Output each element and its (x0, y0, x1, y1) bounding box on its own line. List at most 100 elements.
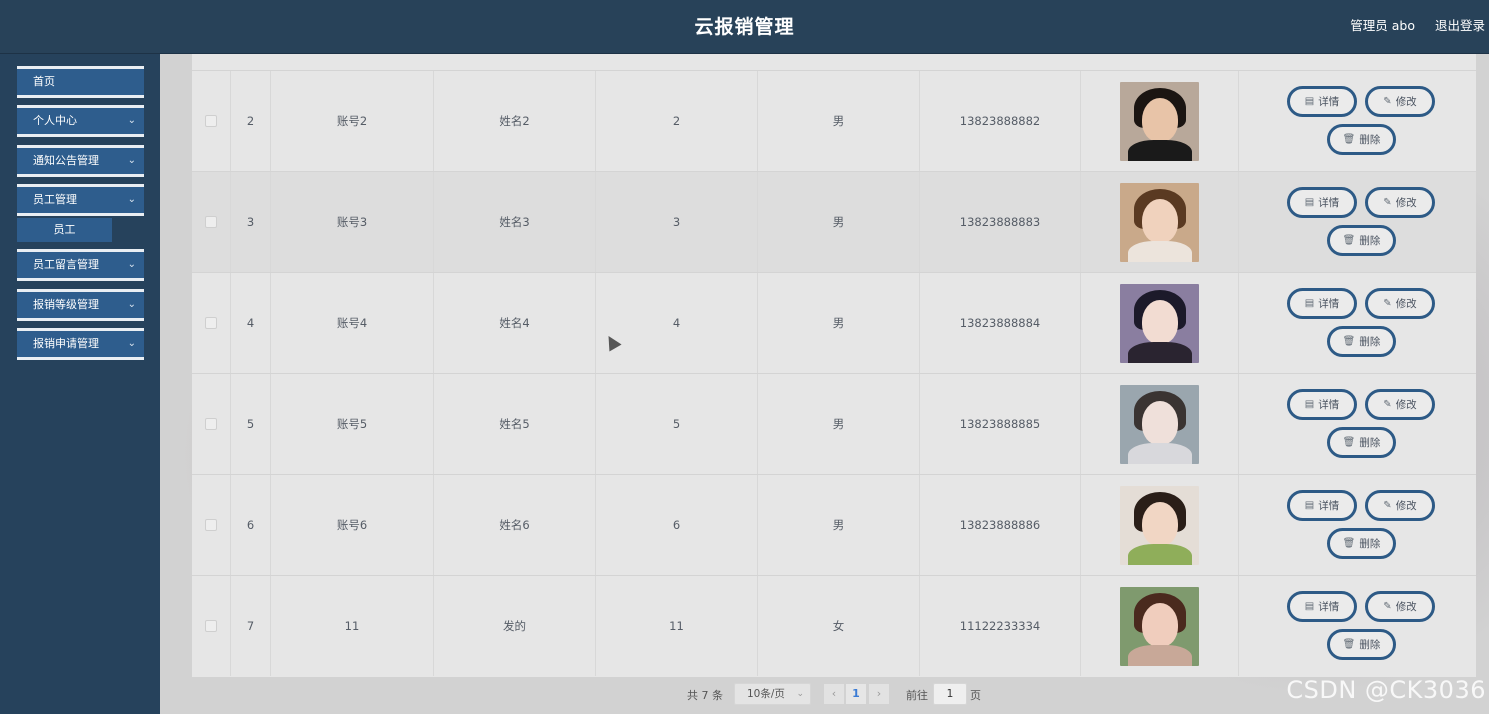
delete-button[interactable]: 🗑 删除 (1327, 528, 1396, 559)
chevron-down-icon: ⌄ (127, 155, 136, 166)
employee-photo[interactable] (1120, 586, 1199, 666)
goto-page-input[interactable]: 1 (933, 683, 967, 705)
sidebar-item-label: 员工留言管理 (33, 258, 99, 271)
edit-button[interactable]: ✎ 修改 (1365, 187, 1435, 218)
row-checkbox[interactable] (205, 115, 217, 127)
sidebar-item-label: 首页 (33, 75, 55, 88)
employee-table: 2 账号2 姓名2 2 男 13823888882 ▤ 详情 ✎ 修改 🗑 删除 3 … (192, 54, 1476, 677)
pencil-icon: ✎ (1383, 197, 1392, 208)
document-icon: ▤ (1304, 399, 1315, 410)
chevron-down-icon: ⌄ (127, 194, 136, 205)
trash-icon: 🗑 (1342, 639, 1356, 650)
phone-cell: 13823888883 (920, 172, 1081, 272)
row-index: 4 (231, 273, 271, 373)
delete-button[interactable]: 🗑 删除 (1327, 427, 1396, 458)
sidebar-subitem-employee[interactable]: 员工 (17, 218, 112, 242)
chevron-right-icon: › (876, 687, 882, 700)
sidebar-item-message-management[interactable]: 员工留言管理 ⌄ (17, 249, 144, 281)
edit-button[interactable]: ✎ 修改 (1365, 591, 1435, 622)
chevron-down-icon: ⌄ (127, 259, 136, 270)
trash-icon: 🗑 (1342, 134, 1356, 145)
name-cell: 姓名2 (434, 71, 596, 171)
prev-page-button[interactable]: ‹ (824, 684, 844, 704)
account-cell: 账号6 (271, 475, 434, 575)
document-icon: ▤ (1304, 197, 1315, 208)
employee-photo[interactable] (1120, 485, 1199, 565)
sex-cell: 男 (758, 172, 920, 272)
account-cell: 账号4 (271, 273, 434, 373)
account-cell: 账号5 (271, 374, 434, 474)
logout-link[interactable]: 退出登录 (1435, 15, 1485, 34)
detail-button[interactable]: ▤ 详情 (1287, 389, 1357, 420)
detail-button[interactable]: ▤ 详情 (1287, 86, 1357, 117)
chevron-left-icon: ‹ (831, 687, 837, 700)
employee-photo[interactable] (1120, 384, 1199, 464)
employee-photo[interactable] (1120, 81, 1199, 161)
edit-button[interactable]: ✎ 修改 (1365, 389, 1435, 420)
chevron-down-icon: ⌄ (796, 689, 804, 699)
delete-button[interactable]: 🗑 删除 (1327, 124, 1396, 155)
sidebar-item-notice-management[interactable]: 通知公告管理 ⌄ (17, 145, 144, 177)
phone-cell: 13823888882 (920, 71, 1081, 171)
document-icon: ▤ (1304, 96, 1315, 107)
delete-button[interactable]: 🗑 删除 (1327, 326, 1396, 357)
page-size-select[interactable]: 10条/页 ⌄ (734, 683, 811, 705)
sex-cell: 女 (758, 576, 920, 676)
table-row: 6 账号6 姓名6 6 男 13823888886 ▤ 详情 ✎ 修改 🗑 删除 (192, 475, 1476, 576)
row-checkbox[interactable] (205, 418, 217, 430)
sidebar-item-application-management[interactable]: 报销申请管理 ⌄ (17, 328, 144, 360)
sidebar-item-label: 个人中心 (33, 114, 77, 127)
number-cell: 6 (596, 475, 758, 575)
sidebar-item-label: 报销等级管理 (33, 298, 99, 311)
chevron-down-icon: ⌄ (127, 115, 136, 126)
detail-button[interactable]: ▤ 详情 (1287, 187, 1357, 218)
phone-cell: 13823888886 (920, 475, 1081, 575)
document-icon: ▤ (1304, 601, 1315, 612)
detail-button[interactable]: ▤ 详情 (1287, 591, 1357, 622)
table-row: 2 账号2 姓名2 2 男 13823888882 ▤ 详情 ✎ 修改 🗑 删除 (192, 71, 1476, 172)
sex-cell: 男 (758, 71, 920, 171)
sidebar-item-label: 员工管理 (33, 193, 77, 206)
row-checkbox[interactable] (205, 216, 217, 228)
document-icon: ▤ (1304, 500, 1315, 511)
row-checkbox[interactable] (205, 620, 217, 632)
row-checkbox[interactable] (205, 317, 217, 329)
pencil-icon: ✎ (1383, 96, 1392, 107)
table-row: 3 账号3 姓名3 3 男 13823888883 ▤ 详情 ✎ 修改 🗑 删除 (192, 172, 1476, 273)
edit-button[interactable]: ✎ 修改 (1365, 288, 1435, 319)
phone-cell: 13823888884 (920, 273, 1081, 373)
delete-button[interactable]: 🗑 删除 (1327, 629, 1396, 660)
trash-icon: 🗑 (1342, 235, 1356, 246)
name-cell: 姓名5 (434, 374, 596, 474)
sidebar-item-label: 通知公告管理 (33, 154, 99, 167)
sidebar-item-level-management[interactable]: 报销等级管理 ⌄ (17, 289, 144, 321)
sidebar-item-home[interactable]: 首页 (17, 66, 144, 98)
sidebar-item-employee-management[interactable]: 员工管理 ⌄ (17, 184, 144, 216)
edit-button[interactable]: ✎ 修改 (1365, 86, 1435, 117)
number-cell: 4 (596, 273, 758, 373)
employee-photo[interactable] (1120, 182, 1199, 262)
delete-button[interactable]: 🗑 删除 (1327, 225, 1396, 256)
employee-photo[interactable] (1120, 283, 1199, 363)
current-user: 管理员 abo (1350, 18, 1415, 33)
sidebar-item-personal-center[interactable]: 个人中心 ⌄ (17, 105, 144, 137)
row-checkbox[interactable] (205, 519, 217, 531)
name-cell: 姓名3 (434, 172, 596, 272)
main-content: 2 账号2 姓名2 2 男 13823888882 ▤ 详情 ✎ 修改 🗑 删除 3 … (160, 54, 1489, 714)
name-cell: 姓名6 (434, 475, 596, 575)
trash-icon: 🗑 (1342, 538, 1356, 549)
watermark: CSDN @CK3036 (1286, 676, 1486, 704)
trash-icon: 🗑 (1342, 437, 1356, 448)
sidebar-item-label: 报销申请管理 (33, 337, 99, 350)
row-index: 7 (231, 576, 271, 676)
row-index: 2 (231, 71, 271, 171)
name-cell: 发的 (434, 576, 596, 676)
edit-button[interactable]: ✎ 修改 (1365, 490, 1435, 521)
detail-button[interactable]: ▤ 详情 (1287, 288, 1357, 319)
name-cell: 姓名4 (434, 273, 596, 373)
account-cell: 账号3 (271, 172, 434, 272)
page-number-current[interactable]: 1 (846, 684, 866, 704)
sidebar: 首页 个人中心 ⌄ 通知公告管理 ⌄ 员工管理 ⌄ 员工 员工留言管理 ⌄ 报销… (0, 54, 160, 714)
next-page-button[interactable]: › (869, 684, 889, 704)
detail-button[interactable]: ▤ 详情 (1287, 490, 1357, 521)
